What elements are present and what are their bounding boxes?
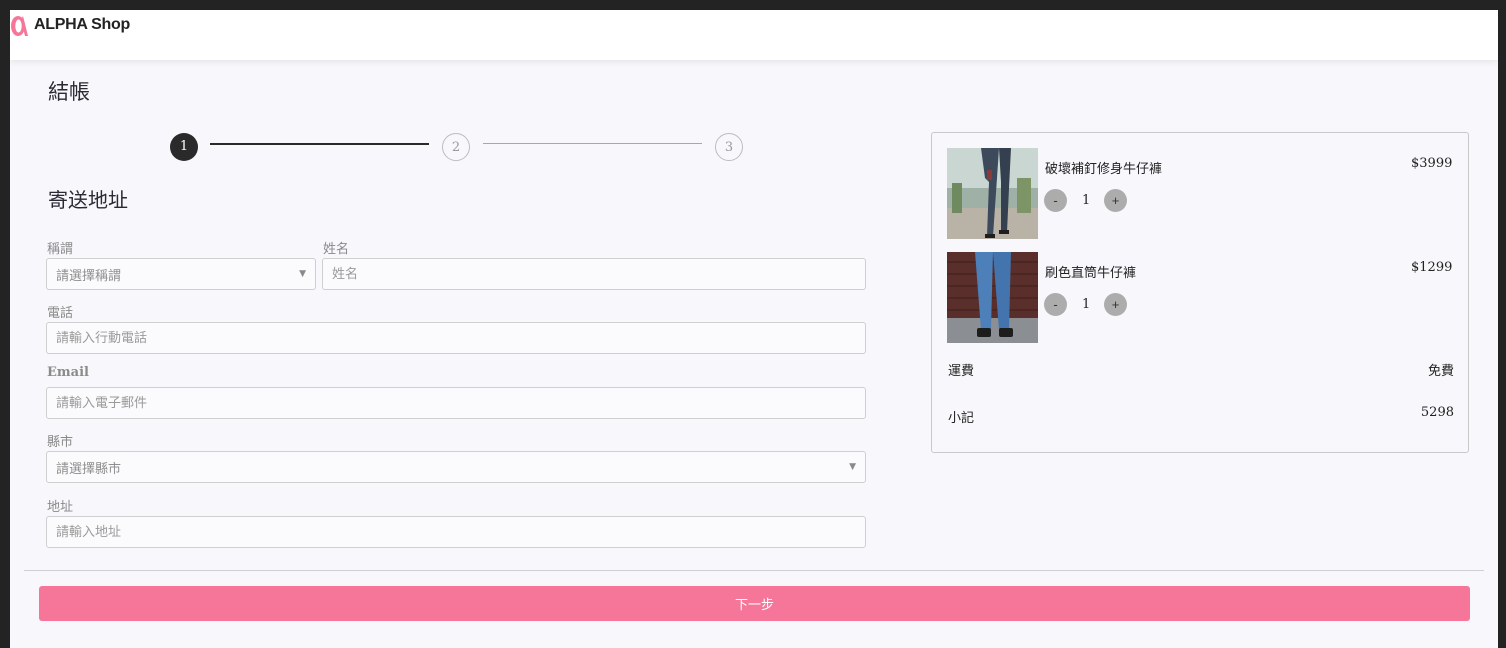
product-price-1: $3999: [1411, 156, 1453, 171]
step-3: 3: [715, 133, 743, 161]
phone-input[interactable]: [46, 322, 866, 354]
salutation-label: 稱謂: [47, 242, 74, 257]
product-image-2: [947, 252, 1038, 343]
product-quantity-2: 1: [1082, 297, 1091, 312]
phone-label: 電話: [47, 306, 74, 321]
header-bar: ALPHA Shop: [10, 10, 1498, 60]
next-step-button[interactable]: 下一步: [39, 586, 1470, 621]
step-2: 2: [442, 133, 470, 161]
city-label: 縣市: [47, 435, 74, 450]
city-select[interactable]: 請選擇縣市 ▼: [46, 451, 866, 483]
decrease-quantity-button[interactable]: -: [1044, 189, 1067, 212]
increase-quantity-button[interactable]: +: [1104, 293, 1127, 316]
checkout-page: ALPHA Shop 結帳 1 2 3 寄送地址 稱謂 請選擇稱謂 ▼ 姓名 電…: [10, 10, 1498, 648]
city-select-value: 請選擇縣市: [56, 461, 122, 477]
decrease-quantity-button[interactable]: -: [1044, 293, 1067, 316]
section-title: 寄送地址: [48, 188, 128, 212]
page-title: 結帳: [48, 80, 90, 104]
product-price-2: $1299: [1411, 260, 1453, 275]
salutation-select[interactable]: 請選擇稱謂 ▼: [46, 258, 316, 290]
salutation-select-value: 請選擇稱謂: [56, 268, 122, 284]
chevron-down-icon: ▼: [849, 462, 856, 472]
chevron-down-icon: ▼: [299, 269, 306, 279]
subtotal-label: 小記: [948, 411, 975, 426]
logo[interactable]: ALPHA Shop: [10, 12, 130, 38]
email-label: Email: [47, 365, 89, 380]
footer-divider: [24, 570, 1484, 571]
product-name-1: 破壞補釘修身牛仔褲: [1045, 162, 1163, 177]
step-1: 1: [170, 133, 198, 161]
address-label: 地址: [47, 500, 74, 515]
brand-name: ALPHA Shop: [34, 16, 130, 33]
shipping-value: 免費: [1427, 364, 1454, 379]
step-connector-1: [210, 143, 429, 145]
step-connector-2: [483, 143, 702, 144]
logo-icon: [11, 16, 28, 36]
email-input[interactable]: [46, 387, 866, 419]
product-image-1: [947, 148, 1038, 239]
product-quantity-1: 1: [1082, 193, 1091, 208]
increase-quantity-button[interactable]: +: [1104, 189, 1127, 212]
product-name-2: 刷色直筒牛仔褲: [1045, 266, 1137, 281]
cart-panel: 破壞補釘修身牛仔褲 $3999 - 1 + 刷色直筒牛仔褲 $1299 - 1 …: [931, 132, 1469, 453]
name-input[interactable]: [322, 258, 866, 290]
shipping-label: 運費: [948, 364, 975, 379]
name-label: 姓名: [323, 242, 350, 257]
address-input[interactable]: [46, 516, 866, 548]
subtotal-value: 5298: [1420, 405, 1454, 420]
